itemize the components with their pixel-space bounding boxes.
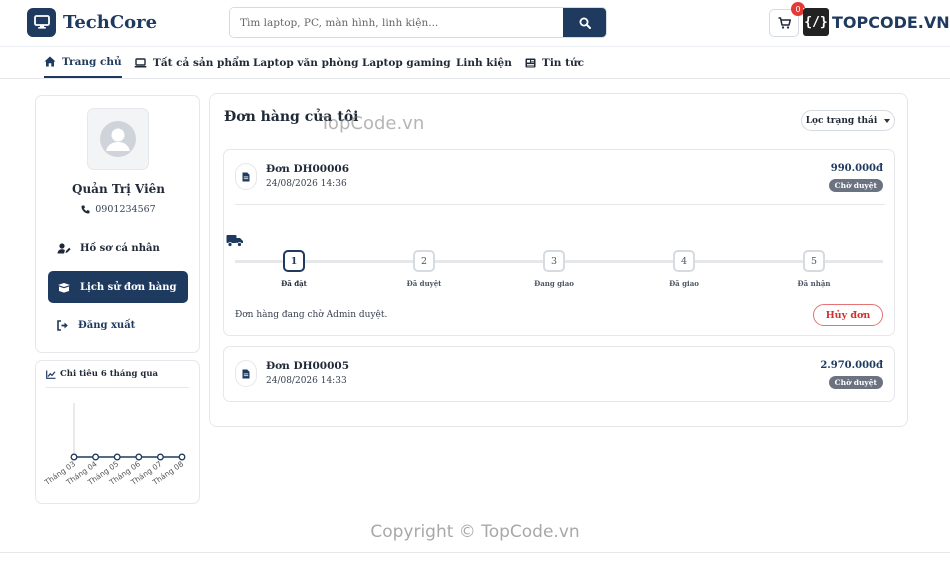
user-edit-icon (57, 242, 71, 253)
sign-out-icon (57, 319, 68, 331)
status-badge: Chờ duyệt (828, 376, 883, 389)
invoice-icon (235, 163, 257, 190)
search-bar (229, 7, 607, 38)
laptop-icon (134, 57, 147, 67)
chart-point (92, 453, 100, 461)
order-card: Đơn DH00006 24/08/2026 14:36 990.000đ Ch… (223, 149, 895, 336)
progress-step-label: Đã giao (669, 279, 699, 288)
cancel-order-button[interactable]: Hủy đơn (813, 304, 883, 326)
nav-office-laptop[interactable]: Laptop văn phòng (253, 47, 359, 78)
main-nav: Trang chủ Tất cả sản phẩm Laptop văn phò… (0, 47, 950, 79)
search-button[interactable] (563, 8, 606, 37)
nav-home[interactable]: Trang chủ (44, 47, 122, 78)
chart-point (70, 453, 78, 461)
newspaper-icon (525, 58, 536, 67)
chart-point (135, 453, 143, 461)
order-code: Đơn DH00005 (266, 360, 350, 372)
nav-news[interactable]: Tin tức (525, 47, 584, 78)
order-date: 24/08/2026 14:33 (266, 376, 347, 386)
status-badge: Chờ duyệt (828, 179, 883, 192)
order-total: 2.970.000đ (820, 360, 883, 371)
logo-text: TechCore (63, 12, 158, 33)
status-filter-dropdown[interactable]: Lọc trạng thái (801, 110, 895, 131)
topcode-logo-icon: {/} (803, 8, 829, 36)
avatar (87, 108, 149, 170)
chart-point (113, 453, 121, 461)
spending-chart-card: Chi tiêu 6 tháng qua Tháng 03 Tháng 04 Thá… (35, 360, 200, 504)
caret-down-icon (884, 118, 891, 123)
topcode-brand-text: TOPCODE.VN (832, 12, 950, 32)
search-input[interactable] (230, 8, 563, 37)
copyright-watermark: Copyright © TopCode.vn (370, 522, 580, 542)
phone-icon (81, 205, 90, 214)
progress-step-label: Đã duyệt (406, 279, 442, 288)
progress-step-5: 5 (803, 250, 825, 272)
search-icon (579, 17, 591, 29)
site-header: TechCore 0 {/} TOPCODE.VN (0, 0, 950, 47)
topcode-watermark: {/} TOPCODE.VN (803, 8, 950, 36)
order-total: 990.000đ (830, 163, 883, 174)
nav-all-products[interactable]: Tất cả sản phẩm (134, 47, 250, 78)
chart-point (156, 453, 164, 461)
box-open-icon (58, 282, 70, 293)
progress-step-label: Đã nhận (797, 279, 831, 288)
invoice-icon (235, 360, 257, 387)
chart-point (178, 453, 186, 461)
home-icon (44, 56, 56, 67)
progress-step-4: 4 (673, 250, 695, 272)
order-divider (235, 204, 885, 205)
cart-button[interactable]: 0 (769, 2, 805, 37)
progress-step-3: 3 (543, 250, 565, 272)
order-card: Đơn DH00005 24/08/2026 14:33 2.970.000đ … (223, 346, 895, 402)
monitor-icon (27, 8, 56, 37)
progress-step-label: Đã đặt (281, 279, 307, 288)
order-code: Đơn DH00006 (266, 163, 350, 175)
progress-step-1: 1 (283, 250, 305, 272)
menu-profile[interactable]: Hồ sơ cá nhân (48, 232, 188, 264)
user-phone: 0901234567 (36, 204, 201, 215)
order-date: 24/08/2026 14:36 (266, 179, 347, 189)
menu-logout[interactable]: Đăng xuất (48, 309, 188, 341)
orders-panel: Đơn hàng của tôi Lọc trạng thái Đơn DH00… (209, 93, 908, 427)
logo[interactable]: TechCore (27, 8, 157, 37)
nav-gaming-laptop[interactable]: Laptop gaming (362, 47, 451, 78)
user-icon (100, 121, 136, 157)
topcode-center-watermark: TopCode.vn (320, 113, 425, 134)
truck-icon (226, 235, 243, 247)
menu-order-history[interactable]: Lịch sử đơn hàng (48, 271, 188, 303)
footer-divider (0, 552, 950, 553)
user-name: Quản Trị Viên (72, 182, 165, 196)
order-note: Đơn hàng đang chờ Admin duyệt. (235, 310, 388, 320)
profile-card: Quản Trị Viên 0901234567 Hồ sơ cá nhân L… (35, 95, 200, 353)
nav-components[interactable]: Linh kiện (456, 47, 512, 78)
progress-step-label: Đang giao (534, 279, 574, 288)
cart-icon (778, 17, 791, 29)
spending-line-chart: Tháng 03Tháng 04Tháng 05Tháng 06Tháng 07… (42, 403, 186, 488)
progress-step-2: 2 (413, 250, 435, 272)
